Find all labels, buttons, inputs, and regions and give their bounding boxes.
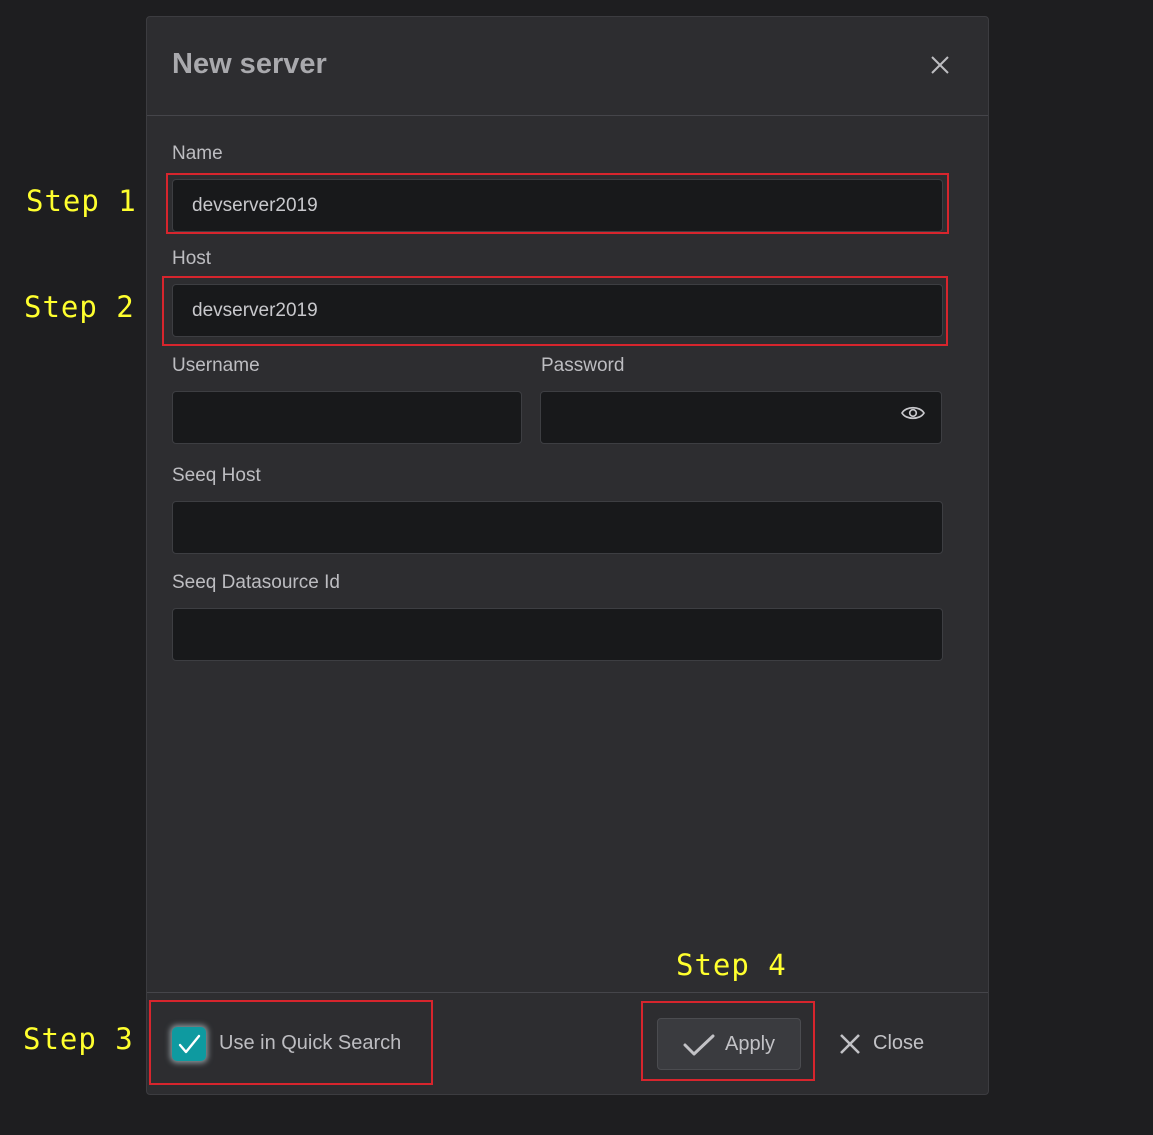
step-3-annotation: Step 3 (23, 1022, 134, 1056)
name-input[interactable] (172, 179, 943, 232)
apply-label: Apply (725, 1033, 776, 1055)
host-input[interactable] (172, 284, 943, 337)
step-1-annotation: Step 1 (26, 184, 137, 218)
eye-icon[interactable] (901, 404, 925, 422)
seeq-host-input[interactable] (172, 501, 943, 554)
quick-search-checkbox[interactable] (172, 1027, 206, 1061)
password-input[interactable] (540, 391, 942, 444)
host-label: Host (172, 248, 212, 269)
seeq-datasource-id-label: Seeq Datasource Id (172, 572, 340, 593)
quick-search-label[interactable]: Use in Quick Search (219, 1032, 401, 1055)
dialog-title: New server (172, 48, 327, 80)
seeq-host-label: Seeq Host (172, 465, 261, 486)
username-label: Username (172, 355, 260, 376)
name-label: Name (172, 143, 223, 164)
close-icon (840, 1034, 860, 1054)
step-2-annotation: Step 2 (24, 290, 135, 324)
seeq-datasource-id-input[interactable] (172, 608, 943, 661)
footer-divider (147, 992, 988, 993)
dialog-header: New server (147, 17, 988, 116)
password-label: Password (541, 355, 625, 376)
username-input[interactable] (172, 391, 522, 444)
close-label: Close (873, 1032, 925, 1054)
checkmark-icon (683, 1034, 715, 1056)
new-server-dialog: New server Name Host Username Password S… (146, 16, 989, 1095)
close-icon[interactable] (929, 54, 951, 76)
checkmark-icon (178, 1034, 201, 1054)
step-4-annotation: Step 4 (676, 948, 787, 982)
apply-button[interactable]: Apply (657, 1018, 801, 1070)
close-button[interactable]: Close (837, 1021, 937, 1067)
